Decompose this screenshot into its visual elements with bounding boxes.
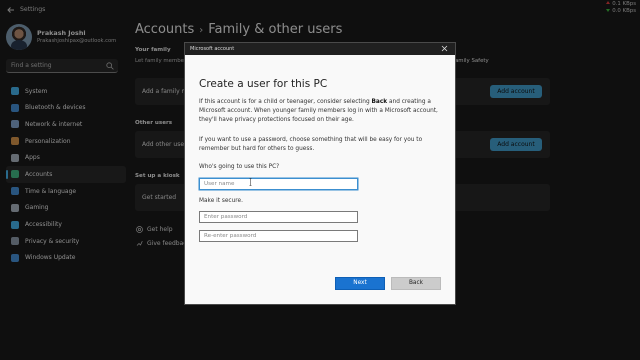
make-secure-label: Make it secure. [199, 198, 243, 204]
close-icon[interactable] [441, 45, 448, 52]
text-cursor-icon [249, 178, 252, 186]
username-input[interactable] [199, 178, 358, 190]
who-label: Who's going to use this PC? [199, 164, 280, 170]
reenter-password-input[interactable] [199, 230, 358, 242]
dialog-heading: Create a user for this PC [199, 78, 328, 90]
password-input[interactable] [199, 211, 358, 223]
dialog-title-bar: Microsoft account [185, 43, 455, 55]
dialog-info-paragraph: If this account is for a child or teenag… [199, 98, 447, 124]
next-button[interactable]: Next [335, 277, 385, 290]
info-text-start: If this account is for a child or teenag… [199, 99, 372, 105]
back-button[interactable]: Back [391, 277, 441, 290]
dialog-window-title: Microsoft account [190, 46, 235, 52]
info-text-back-bold: Back [371, 99, 388, 105]
dialog-password-advice: If you want to use a password, choose so… [199, 137, 423, 152]
